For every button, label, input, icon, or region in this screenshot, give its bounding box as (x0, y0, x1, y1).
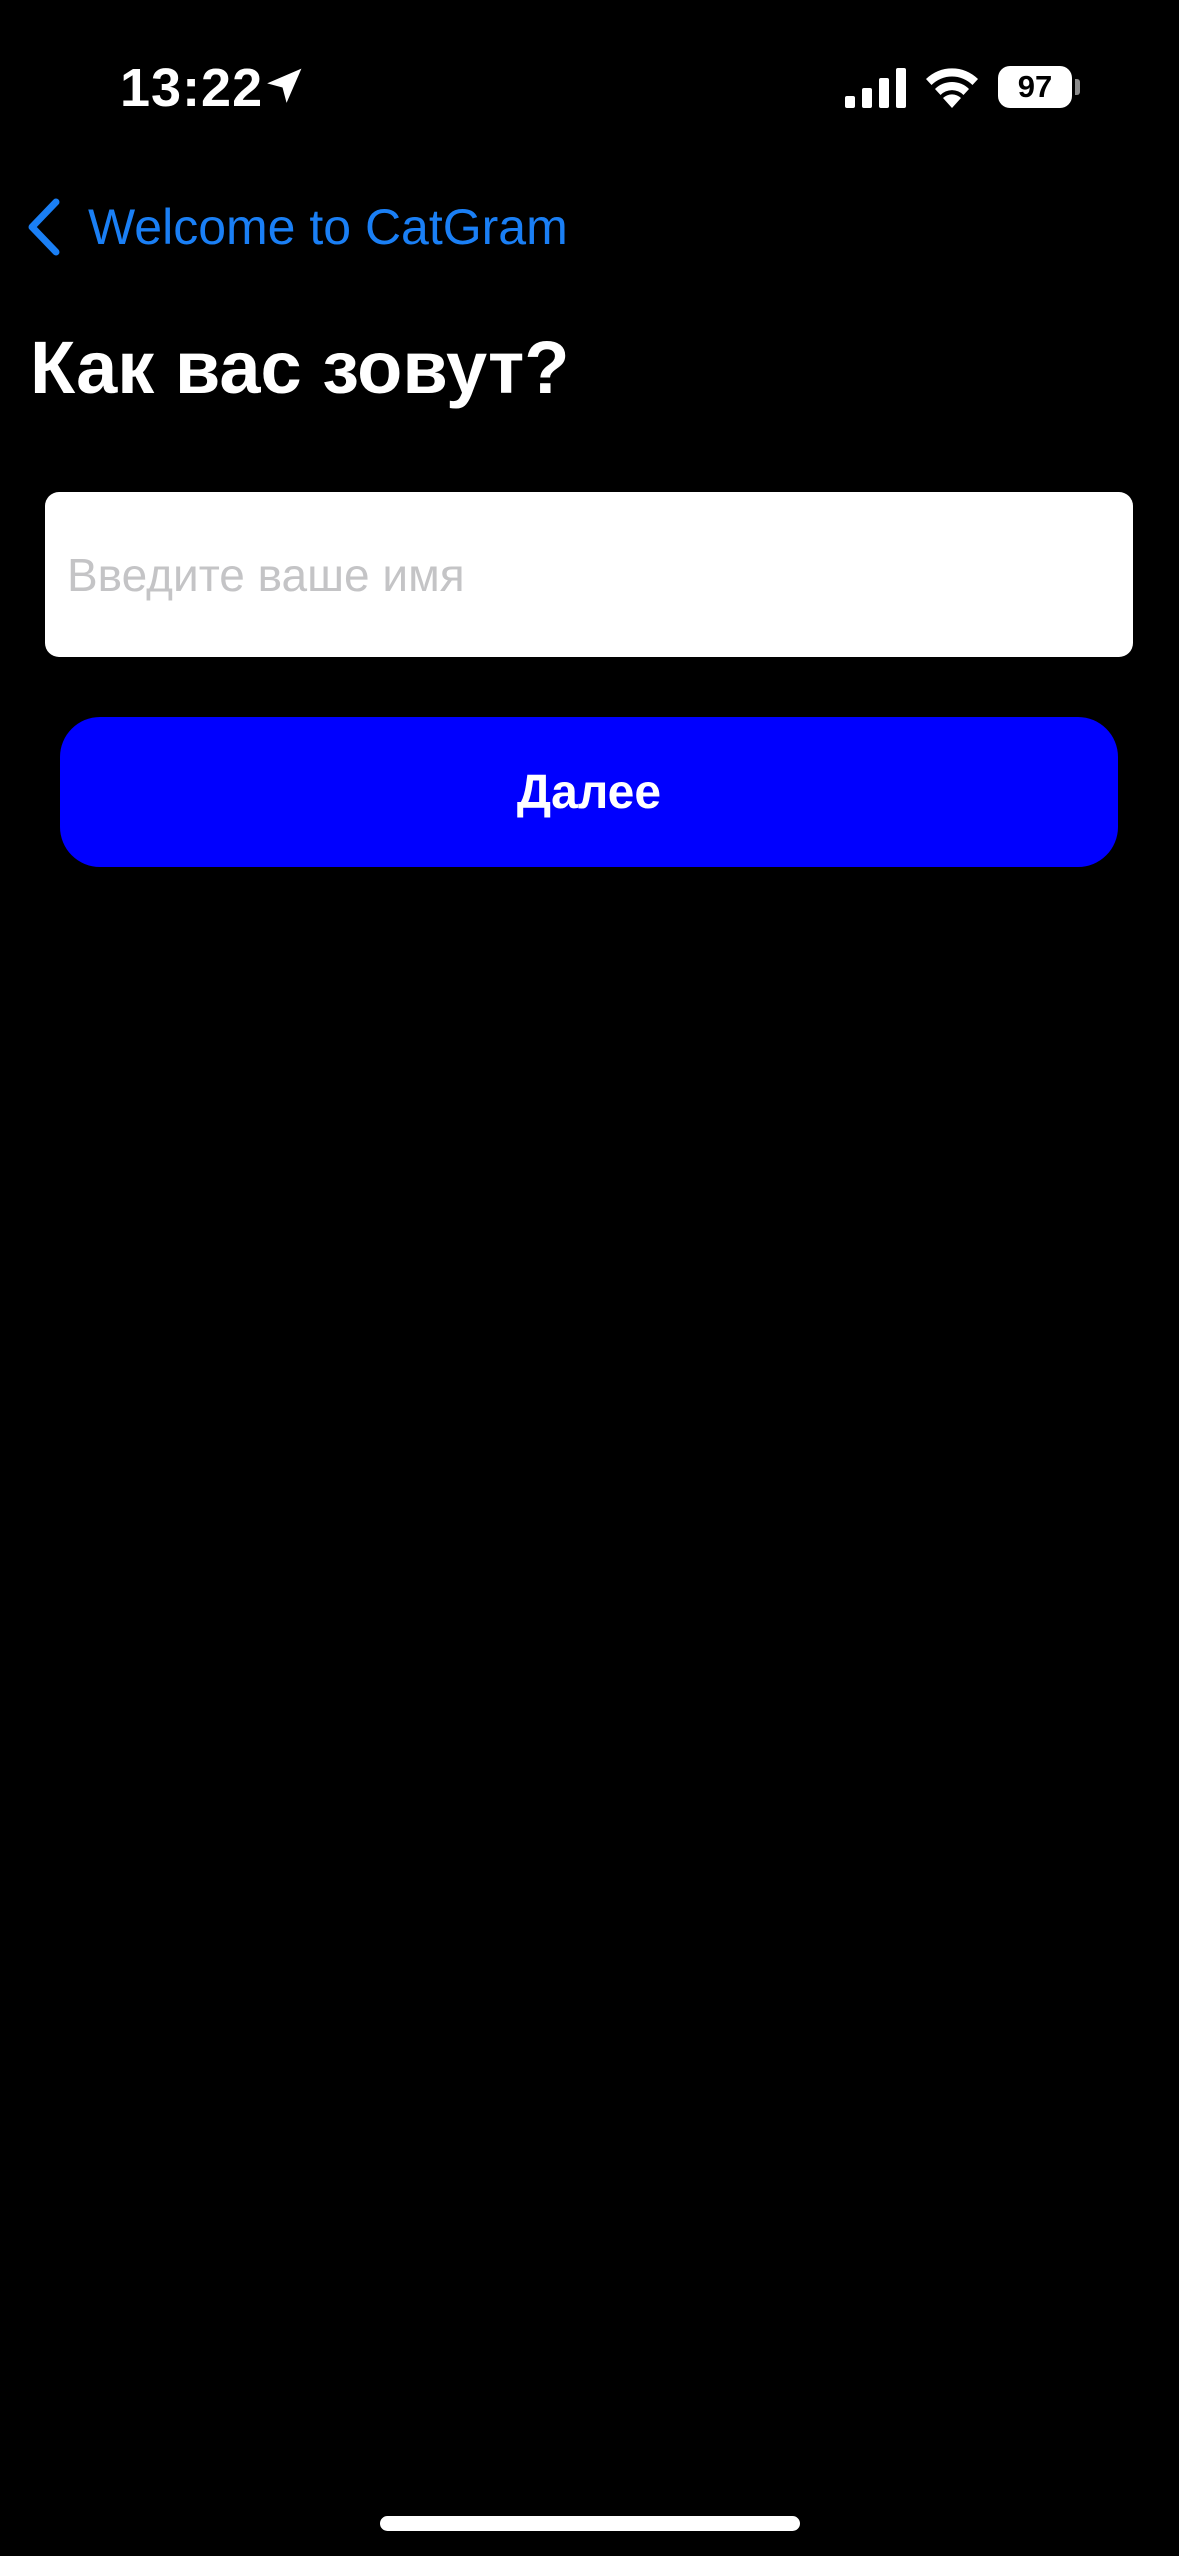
battery-icon: 97 (998, 66, 1080, 108)
status-time: 13:22 (120, 58, 264, 118)
next-button[interactable]: Далее (60, 717, 1118, 867)
name-input[interactable] (45, 492, 1133, 657)
next-button-label: Далее (516, 765, 662, 819)
battery-level: 97 (1017, 69, 1053, 104)
back-button[interactable]: Welcome to CatGram (22, 192, 568, 262)
page-title: Как вас зовут? (30, 326, 570, 409)
home-indicator[interactable] (380, 2516, 800, 2531)
location-arrow-icon (267, 68, 302, 103)
back-button-label: Welcome to CatGram (88, 199, 568, 255)
wifi-icon (926, 68, 978, 108)
battery-cap (1075, 79, 1080, 95)
chevron-left-icon (28, 198, 60, 256)
status-bar: 13:22 97 (0, 0, 1179, 175)
cellular-signal-icon (845, 68, 906, 108)
